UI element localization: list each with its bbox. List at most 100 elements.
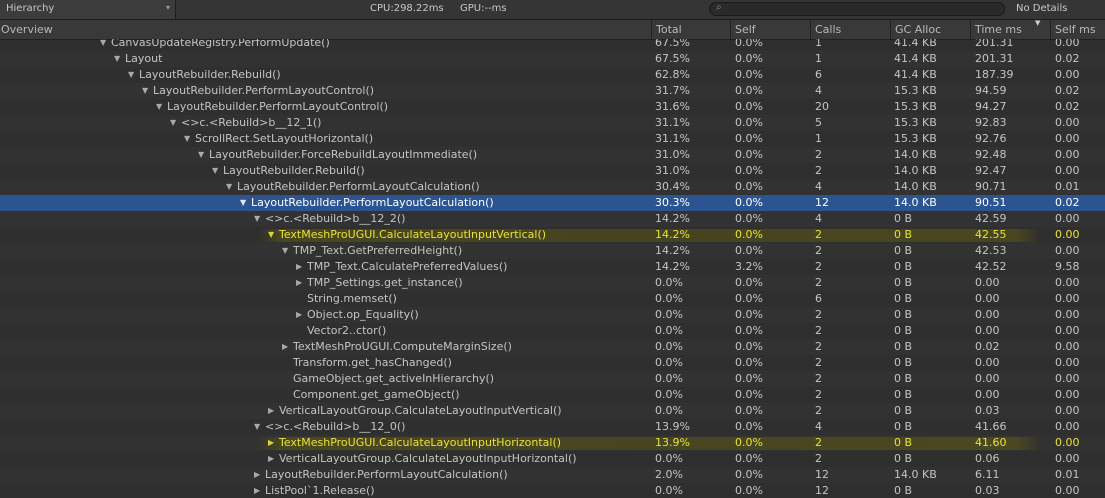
gc-alloc: 0 B bbox=[894, 420, 913, 433]
collapse-right-icon[interactable]: ▶ bbox=[282, 339, 292, 355]
table-row[interactable]: ▶ VerticalLayoutGroup.CalculateLayoutInpu… bbox=[0, 451, 1105, 467]
collapse-right-icon[interactable]: ▶ bbox=[254, 467, 264, 483]
view-mode-dropdown[interactable]: Hierarchy ▾ bbox=[0, 0, 176, 19]
details-dropdown[interactable]: No Details bbox=[1010, 0, 1105, 19]
self-percent: 3.2% bbox=[735, 260, 763, 273]
time-ms: 0.00 bbox=[975, 308, 1000, 321]
expand-down-icon[interactable]: ▼ bbox=[114, 51, 124, 67]
gc-alloc: 0 B bbox=[894, 404, 913, 417]
gc-alloc: 41.4 KB bbox=[894, 52, 937, 65]
self-percent: 0.0% bbox=[735, 116, 763, 129]
table-row-highlighted[interactable]: ▶ TextMeshProUGUI.CalculateLayoutInputHor… bbox=[0, 435, 1105, 451]
column-total[interactable]: Total bbox=[651, 20, 730, 39]
table-row[interactable]: ▶ TMP_Text.CalculatePreferredValues() 14.2… bbox=[0, 259, 1105, 275]
column-gc-alloc[interactable]: GC Alloc bbox=[890, 20, 970, 39]
function-name: String.memset() bbox=[307, 292, 397, 305]
table-row[interactable]: ▼ LayoutRebuilder.PerformLayoutControl() 3… bbox=[0, 83, 1105, 99]
self-ms: 0.00 bbox=[1055, 244, 1080, 257]
column-self-ms[interactable]: Self ms bbox=[1050, 20, 1105, 39]
self-percent: 0.0% bbox=[735, 244, 763, 257]
collapse-right-icon[interactable]: ▶ bbox=[296, 307, 306, 323]
expand-down-icon[interactable]: ▼ bbox=[268, 227, 278, 243]
self-ms: 0.00 bbox=[1055, 148, 1080, 161]
search-input[interactable]: ⌕ bbox=[709, 2, 1005, 16]
self-ms: 0.00 bbox=[1055, 340, 1080, 353]
calls-count: 2 bbox=[815, 340, 822, 353]
time-ms: 0.06 bbox=[975, 452, 1000, 465]
expand-down-icon[interactable]: ▼ bbox=[142, 83, 152, 99]
time-ms: 201.31 bbox=[975, 39, 1014, 49]
table-row[interactable]: ▼ <>c.<Rebuild>b__12_0() 13.9% 0.0% 4 0 B 41.6… bbox=[0, 419, 1105, 435]
self-percent: 0.0% bbox=[735, 356, 763, 369]
table-row[interactable]: ▼ Layout 67.5% 0.0% 1 41.4 KB 201.31 0.02 bbox=[0, 51, 1105, 67]
table-row[interactable]: ▶ LayoutRebuilder.PerformLayoutCalculatio… bbox=[0, 467, 1105, 483]
collapse-right-icon[interactable]: ▶ bbox=[268, 435, 278, 451]
expand-down-icon[interactable]: ▼ bbox=[128, 67, 138, 83]
column-overview[interactable]: Overview bbox=[0, 20, 651, 39]
self-percent: 0.0% bbox=[735, 388, 763, 401]
table-row[interactable]: Transform.get_hasChanged() 0.0% 0.0% 2 0 B 0.… bbox=[0, 355, 1105, 371]
self-ms: 0.00 bbox=[1055, 372, 1080, 385]
self-ms: 0.00 bbox=[1055, 276, 1080, 289]
expand-down-icon[interactable]: ▼ bbox=[198, 147, 208, 163]
column-self[interactable]: Self bbox=[730, 20, 810, 39]
collapse-right-icon[interactable]: ▶ bbox=[254, 483, 264, 498]
expand-down-icon[interactable]: ▼ bbox=[254, 419, 264, 435]
table-row[interactable]: ▶ VerticalLayoutGroup.CalculateLayoutInpu… bbox=[0, 403, 1105, 419]
table-row-highlighted[interactable]: ▼ TextMeshProUGUI.CalculateLayoutInputVer… bbox=[0, 227, 1105, 243]
expand-down-icon[interactable]: ▼ bbox=[100, 39, 110, 51]
time-ms: 201.31 bbox=[975, 52, 1014, 65]
table-row[interactable]: ▼ ScrollRect.SetLayoutHorizontal() 31.1% 0.… bbox=[0, 131, 1105, 147]
table-row[interactable]: ▼ <>c.<Rebuild>b__12_1() 31.1% 0.0% 5 15.3 KB… bbox=[0, 115, 1105, 131]
time-ms: 42.55 bbox=[975, 228, 1007, 241]
collapse-right-icon[interactable]: ▶ bbox=[296, 275, 306, 291]
table-row[interactable]: ▼ LayoutRebuilder.PerformLayoutCalculatio… bbox=[0, 179, 1105, 195]
self-ms: 0.00 bbox=[1055, 116, 1080, 129]
calls-count: 2 bbox=[815, 324, 822, 337]
expand-down-icon[interactable]: ▼ bbox=[282, 243, 292, 259]
total-percent: 31.7% bbox=[655, 84, 690, 97]
table-row[interactable]: ▼ TMP_Text.GetPreferredHeight() 14.2% 0.0% 2… bbox=[0, 243, 1105, 259]
gc-alloc: 0 B bbox=[894, 212, 913, 225]
self-ms: 0.00 bbox=[1055, 39, 1080, 49]
column-calls[interactable]: Calls bbox=[810, 20, 890, 39]
table-row[interactable]: Component.get_gameObject() 0.0% 0.0% 2 0 B 0.… bbox=[0, 387, 1105, 403]
calls-count: 1 bbox=[815, 52, 822, 65]
expand-down-icon[interactable]: ▼ bbox=[170, 115, 180, 131]
table-row[interactable]: ▼ LayoutRebuilder.PerformLayoutControl() 3… bbox=[0, 99, 1105, 115]
function-name: LayoutRebuilder.PerformLayoutCalculation… bbox=[265, 468, 508, 481]
table-row[interactable]: ▼ <>c.<Rebuild>b__12_2() 14.2% 0.0% 4 0 B 42.5… bbox=[0, 211, 1105, 227]
table-row[interactable]: Vector2..ctor() 0.0% 0.0% 2 0 B 0.00 0.00 bbox=[0, 323, 1105, 339]
gc-alloc: 0 B bbox=[894, 244, 913, 257]
table-row-selected[interactable]: ▼ LayoutRebuilder.PerformLayoutCalculatio… bbox=[0, 195, 1105, 211]
table-row[interactable]: ▶ ListPool`1.Release() 0.0% 0.0% 12 0 B 0.03 0.… bbox=[0, 483, 1105, 498]
self-percent: 0.0% bbox=[735, 132, 763, 145]
collapse-right-icon[interactable]: ▶ bbox=[268, 451, 278, 467]
self-ms: 0.02 bbox=[1055, 100, 1080, 113]
expand-down-icon[interactable]: ▼ bbox=[156, 99, 166, 115]
table-row[interactable]: ▼ LayoutRebuilder.Rebuild() 31.0% 0.0% 2 14.0… bbox=[0, 163, 1105, 179]
table-row[interactable]: ▶ TextMeshProUGUI.ComputeMarginSize() 0.0%… bbox=[0, 339, 1105, 355]
table-row[interactable]: ▼ LayoutRebuilder.Rebuild() 62.8% 0.0% 6 41.4… bbox=[0, 67, 1105, 83]
gc-alloc: 15.3 KB bbox=[894, 132, 937, 145]
expand-down-icon[interactable]: ▼ bbox=[240, 195, 250, 211]
table-row[interactable]: ▼ CanvasUpdateRegistry.PerformUpdate() 67.… bbox=[0, 39, 1105, 51]
collapse-right-icon[interactable]: ▶ bbox=[296, 259, 306, 275]
total-percent: 0.0% bbox=[655, 452, 683, 465]
expand-down-icon[interactable]: ▼ bbox=[212, 163, 222, 179]
view-mode-label: Hierarchy bbox=[6, 3, 55, 14]
expand-down-icon[interactable]: ▼ bbox=[226, 179, 236, 195]
gc-alloc: 0 B bbox=[894, 436, 913, 449]
expand-down-icon[interactable]: ▼ bbox=[184, 131, 194, 147]
table-row[interactable]: ▼ LayoutRebuilder.ForceRebuildLayoutImmed… bbox=[0, 147, 1105, 163]
table-row[interactable]: ▶ TMP_Settings.get_instance() 0.0% 0.0% 2 0 B… bbox=[0, 275, 1105, 291]
gc-alloc: 14.0 KB bbox=[894, 164, 937, 177]
calls-count: 4 bbox=[815, 84, 822, 97]
expand-down-icon[interactable]: ▼ bbox=[254, 211, 264, 227]
table-row[interactable]: GameObject.get_activeInHierarchy() 0.0% 0.… bbox=[0, 371, 1105, 387]
time-ms: 0.00 bbox=[975, 356, 1000, 369]
table-row[interactable]: ▶ Object.op_Equality() 0.0% 0.0% 2 0 B 0.00 0.0… bbox=[0, 307, 1105, 323]
table-row[interactable]: String.memset() 0.0% 0.0% 6 0 B 0.00 0.00 bbox=[0, 291, 1105, 307]
total-percent: 0.0% bbox=[655, 388, 683, 401]
collapse-right-icon[interactable]: ▶ bbox=[268, 403, 278, 419]
